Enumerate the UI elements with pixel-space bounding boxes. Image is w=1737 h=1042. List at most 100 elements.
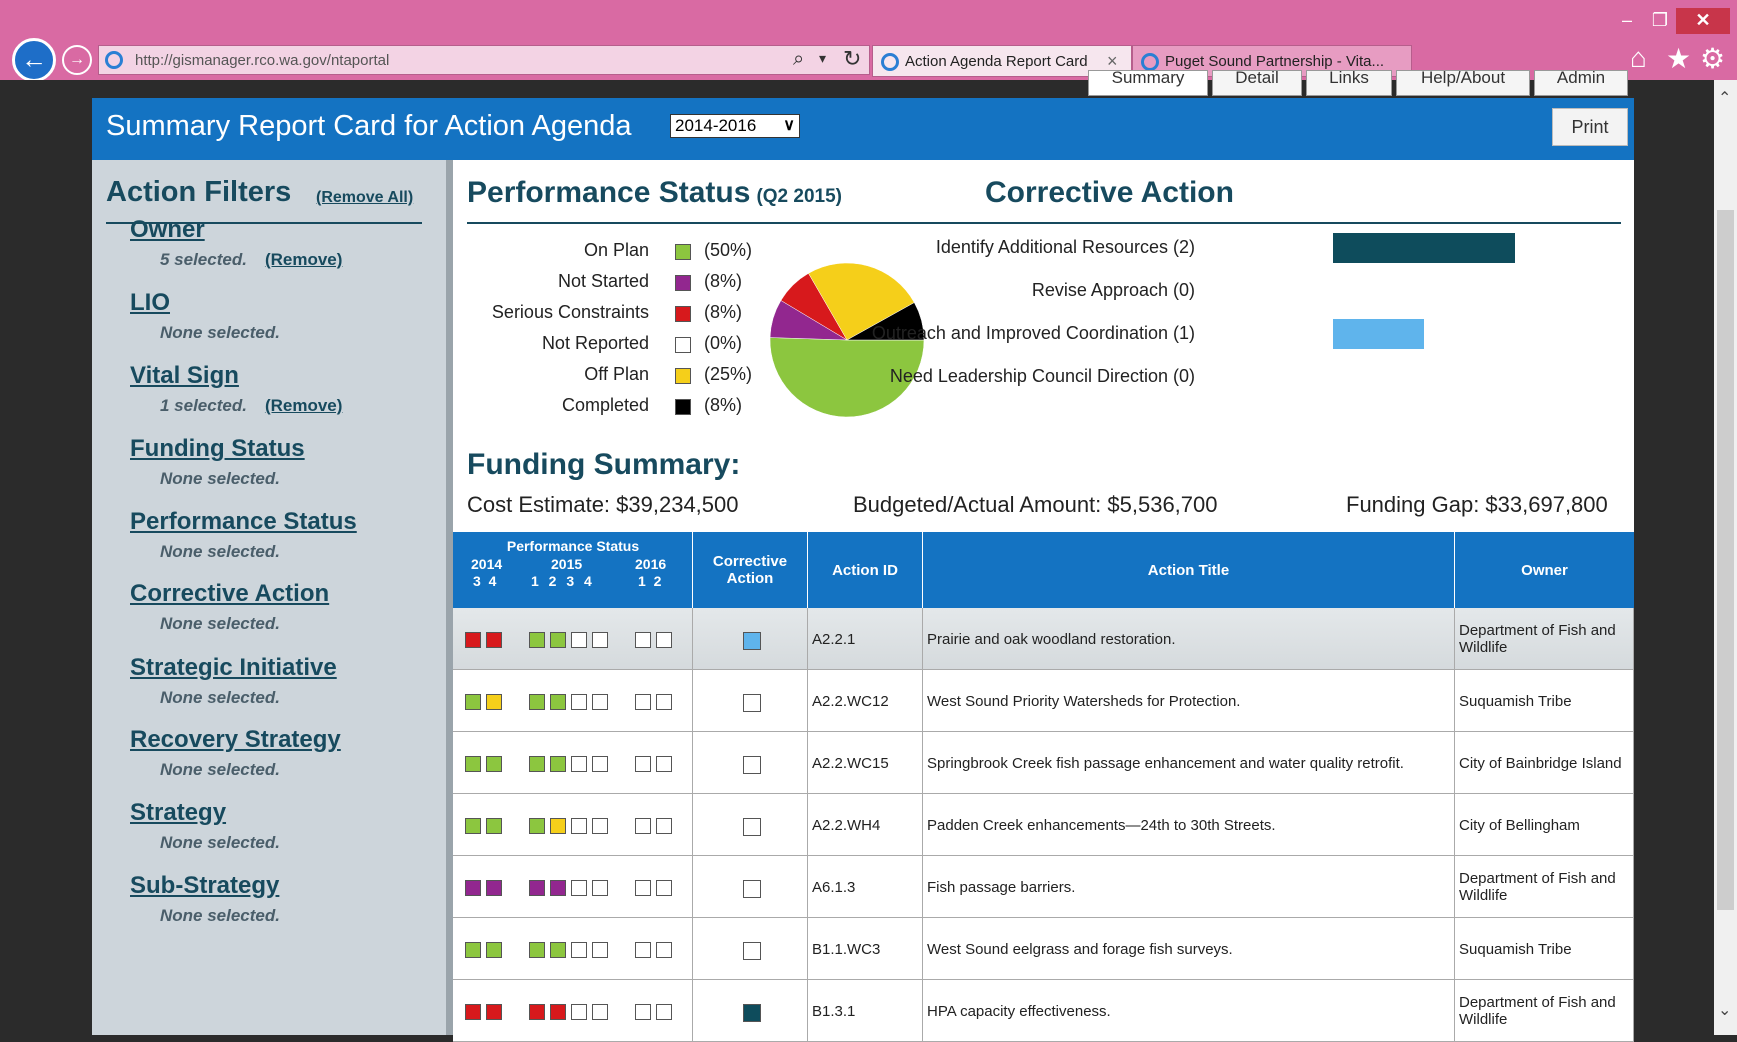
column-performance-status[interactable]: Performance Status 2014 2015 2016 3 4 1 … — [453, 532, 693, 608]
status-square — [592, 632, 608, 648]
filter-name-link[interactable]: Performance Status — [130, 508, 357, 536]
cell-action-id-text: A2.2.WC12 — [812, 692, 889, 710]
tab-detail[interactable]: Detail — [1212, 70, 1302, 96]
back-arrow-icon[interactable]: ← — [12, 38, 56, 82]
status-square — [656, 632, 672, 648]
corrective-action-indicator — [743, 1004, 761, 1022]
refresh-icon[interactable]: ↻ — [843, 46, 861, 72]
tab-links[interactable]: Links — [1306, 70, 1392, 96]
corrective-action-bar[interactable] — [1333, 319, 1424, 349]
filter-name-link[interactable]: Funding Status — [130, 435, 305, 463]
table-row[interactable]: A6.1.3 Fish passage barriers. Department o… — [453, 856, 1634, 918]
filter-name-link[interactable]: Strategy — [130, 799, 280, 827]
gear-icon[interactable]: ⚙ — [1700, 42, 1725, 75]
ie-logo-icon — [1141, 53, 1159, 71]
filter-remove-link[interactable]: (Remove) — [265, 396, 342, 415]
status-square — [592, 880, 608, 896]
column-owner[interactable]: Owner — [1455, 532, 1634, 608]
cell-owner-text: Department of Fish and Wildlife — [1459, 870, 1616, 904]
cell-owner-text: Suquamish Tribe — [1459, 692, 1572, 710]
filter-name-link[interactable]: LIO — [130, 289, 280, 317]
filter-status: None selected. — [160, 906, 280, 926]
filter-name-link[interactable]: Sub-Strategy — [130, 872, 280, 900]
legend-label-text: Serious Constraints — [491, 302, 649, 322]
url-text[interactable]: http://gismanager.rco.wa.gov/ntaportal — [135, 52, 389, 69]
filter-status-text: None selected. — [160, 614, 280, 633]
table-row[interactable]: A2.2.WC12 West Sound Priority Watersheds … — [453, 670, 1634, 732]
cell-performance-status — [453, 670, 693, 732]
table-row[interactable]: A2.2.WH4 Padden Creek enhancements—24th t… — [453, 794, 1634, 856]
cell-performance-status — [453, 918, 693, 980]
filter-name-link[interactable]: Strategic Initiative — [130, 654, 337, 682]
column-action-id[interactable]: Action ID — [808, 532, 923, 608]
corrective-action-bar[interactable] — [1333, 233, 1515, 263]
column-corrective-action[interactable]: Corrective Action — [693, 532, 808, 608]
tab-help-about[interactable]: Help/About — [1396, 70, 1530, 96]
status-square — [550, 880, 566, 896]
vertical-scrollbar[interactable]: ⌃ ⌄ — [1714, 80, 1737, 1035]
favorites-star-icon[interactable]: ★ — [1666, 42, 1691, 75]
filters-title: Action Filters — [106, 176, 292, 208]
tab-label: Puget Sound Partnership - Vita... — [1165, 53, 1385, 70]
legend-label: On Plan — [389, 240, 649, 262]
filter-name-link[interactable]: Recovery Strategy — [130, 726, 341, 754]
table-row[interactable]: A2.2.1 Prairie and oak woodland restorati… — [453, 608, 1634, 670]
search-icon[interactable]: ⌕ — [793, 48, 804, 71]
scroll-down-icon[interactable]: ⌄ — [1718, 1000, 1731, 1020]
status-square — [571, 756, 587, 772]
scroll-up-icon[interactable]: ⌃ — [1718, 88, 1731, 108]
status-square — [529, 694, 545, 710]
cell-action-title: West Sound eelgrass and forage fish surv… — [923, 918, 1455, 980]
ie-logo-icon — [881, 53, 899, 71]
address-bar[interactable]: http://gismanager.rco.wa.gov/ntaportal ⌕… — [98, 45, 870, 75]
status-square — [465, 756, 481, 772]
scrollbar-thumb[interactable] — [1717, 210, 1734, 910]
forward-arrow-icon[interactable]: → — [62, 45, 92, 75]
table-row[interactable]: A2.2.WC15 Springbrook Creek fish passage … — [453, 732, 1634, 794]
cell-performance-status — [453, 608, 693, 670]
table-row[interactable]: B1.3.1 HPA capacity effectiveness. Departm… — [453, 980, 1634, 1042]
status-square — [486, 942, 502, 958]
corrective-action-indicator — [743, 880, 761, 898]
status-square — [529, 1004, 545, 1020]
table-row[interactable]: B1.1.WC3 West Sound eelgrass and forage f… — [453, 918, 1634, 980]
cell-owner: Department of Fish and Wildlife — [1455, 980, 1634, 1042]
filter-name-link[interactable]: Owner — [130, 216, 342, 244]
filter-funding-status: Funding Status None selected. — [130, 435, 305, 489]
filter-status: None selected. — [160, 833, 280, 853]
close-tab-icon[interactable]: × — [1107, 51, 1118, 72]
legend-label: Off Plan — [389, 364, 649, 386]
filter-remove-link[interactable]: (Remove) — [265, 250, 342, 269]
filter-name-link[interactable]: Corrective Action — [130, 580, 329, 608]
legend-label: Not Reported — [389, 333, 649, 355]
maximize-button[interactable]: ❐ — [1645, 8, 1675, 34]
status-square — [529, 880, 545, 896]
cell-action-id: A2.2.WC12 — [808, 670, 923, 732]
status-square — [592, 1004, 608, 1020]
filter-status: None selected. — [160, 542, 357, 562]
filter-name-link[interactable]: Vital Sign — [130, 362, 342, 390]
home-icon[interactable]: ⌂ — [1630, 42, 1647, 74]
status-square — [592, 942, 608, 958]
close-window-button[interactable]: ✕ — [1676, 8, 1730, 34]
legend-label: Completed — [389, 395, 649, 417]
filter-strategy: Strategy None selected. — [130, 799, 280, 853]
cell-owner-text: Suquamish Tribe — [1459, 940, 1572, 958]
status-square — [550, 632, 566, 648]
column-action-title[interactable]: Action Title — [923, 532, 1455, 608]
minimize-button[interactable]: – — [1612, 8, 1642, 34]
tab-summary[interactable]: Summary — [1088, 70, 1208, 96]
column-label: Performance Status — [506, 538, 640, 554]
status-square — [571, 1004, 587, 1020]
period-select[interactable]: 2014-2016 ∨ — [670, 114, 800, 138]
status-square — [550, 694, 566, 710]
tab-admin[interactable]: Admin — [1534, 70, 1628, 96]
chevron-down-icon[interactable]: ▾ — [819, 50, 826, 67]
cell-owner: City of Bellingham — [1455, 794, 1634, 856]
status-square — [571, 942, 587, 958]
performance-title-text: Performance Status — [467, 176, 751, 209]
cell-owner: Department of Fish and Wildlife — [1455, 608, 1634, 670]
cell-performance-status — [453, 856, 693, 918]
print-button[interactable]: Print — [1552, 108, 1628, 146]
remove-all-link[interactable]: (Remove All) — [316, 189, 413, 207]
